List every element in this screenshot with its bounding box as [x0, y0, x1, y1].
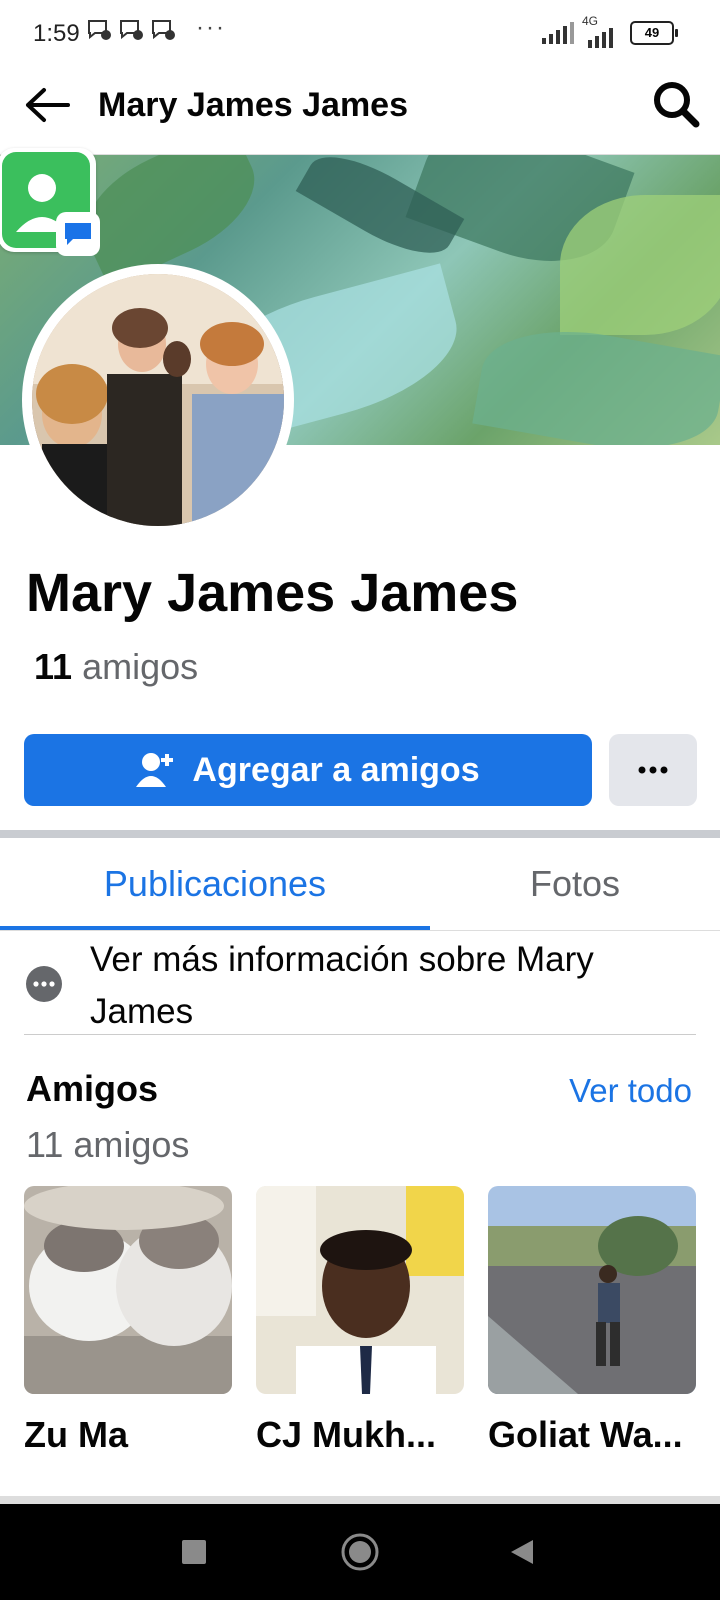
tab-posts[interactable]: Publicaciones	[0, 838, 430, 930]
friends-heading: Amigos	[26, 1068, 159, 1109]
app-header: Mary James James	[0, 68, 720, 155]
back-button[interactable]	[22, 80, 72, 130]
profile-name: Mary James James	[26, 563, 519, 623]
recents-button[interactable]	[164, 1522, 224, 1582]
more-options-button[interactable]	[609, 734, 697, 806]
signal-bars-icon	[588, 28, 613, 48]
add-friend-button[interactable]: Agregar a amigos	[24, 734, 592, 806]
add-friend-label: Agregar a amigos	[192, 750, 480, 789]
chat-bubble-icon	[56, 212, 100, 256]
friend-name: CJ Mukh...	[256, 1414, 437, 1455]
friend-photo	[256, 1186, 464, 1394]
friend-card[interactable]: Goliat Wa...	[488, 1186, 696, 1456]
tab-photos[interactable]: Fotos	[430, 838, 720, 930]
more-circle-icon	[26, 966, 62, 1002]
home-button[interactable]	[330, 1522, 390, 1582]
signal-4g-icon: 4G	[582, 14, 622, 48]
section-divider	[0, 830, 720, 838]
system-navigation-bar	[0, 1504, 720, 1600]
friend-card[interactable]: Zu Ma	[24, 1186, 232, 1456]
messenger-notification-icon	[120, 20, 143, 40]
triangle-back-icon	[511, 1540, 533, 1564]
circle-icon	[341, 1533, 379, 1571]
header-title: Mary James James	[98, 86, 409, 124]
see-all-friends-link[interactable]: Ver todo	[569, 1072, 692, 1110]
square-icon	[182, 1540, 206, 1564]
messenger-notification-icon	[152, 20, 175, 40]
friend-photo	[488, 1186, 696, 1394]
profile-photo	[32, 274, 284, 526]
friend-count[interactable]: 11 amigos	[34, 646, 198, 688]
more-info-row[interactable]: Ver más información sobre Mary James	[24, 930, 696, 1035]
status-bar: 1:59 ··· 4G 49	[0, 0, 720, 68]
more-horizontal-icon	[638, 766, 668, 774]
notification-icons	[86, 18, 176, 42]
friend-count-number: 11	[34, 646, 73, 687]
contacts-app-shortcut[interactable]	[0, 148, 100, 256]
status-more-indicator: ···	[196, 14, 226, 41]
messenger-notification-icon	[88, 20, 111, 40]
friend-name: Goliat Wa...	[488, 1414, 683, 1455]
friends-subtitle: 11 amigos	[26, 1124, 190, 1165]
back-nav-button[interactable]	[492, 1522, 552, 1582]
signal-icon	[542, 22, 574, 44]
status-time: 1:59	[33, 20, 80, 47]
next-row-peek	[0, 1496, 720, 1504]
system-status-icons: 4G 49	[542, 14, 678, 48]
profile-avatar[interactable]	[32, 274, 284, 526]
friend-name: Zu Ma	[24, 1414, 128, 1455]
add-person-icon	[136, 753, 174, 787]
battery-icon: 49	[630, 21, 678, 45]
friend-count-label: amigos	[82, 646, 199, 687]
search-button[interactable]	[648, 76, 704, 132]
profile-tabs: Publicaciones Fotos	[0, 838, 720, 931]
search-icon	[654, 82, 700, 128]
friend-photo	[24, 1186, 232, 1394]
arrow-left-icon	[26, 88, 70, 122]
more-info-label: Ver más información sobre Mary James	[90, 940, 594, 1031]
friend-card[interactable]: CJ Mukh...	[256, 1186, 464, 1456]
